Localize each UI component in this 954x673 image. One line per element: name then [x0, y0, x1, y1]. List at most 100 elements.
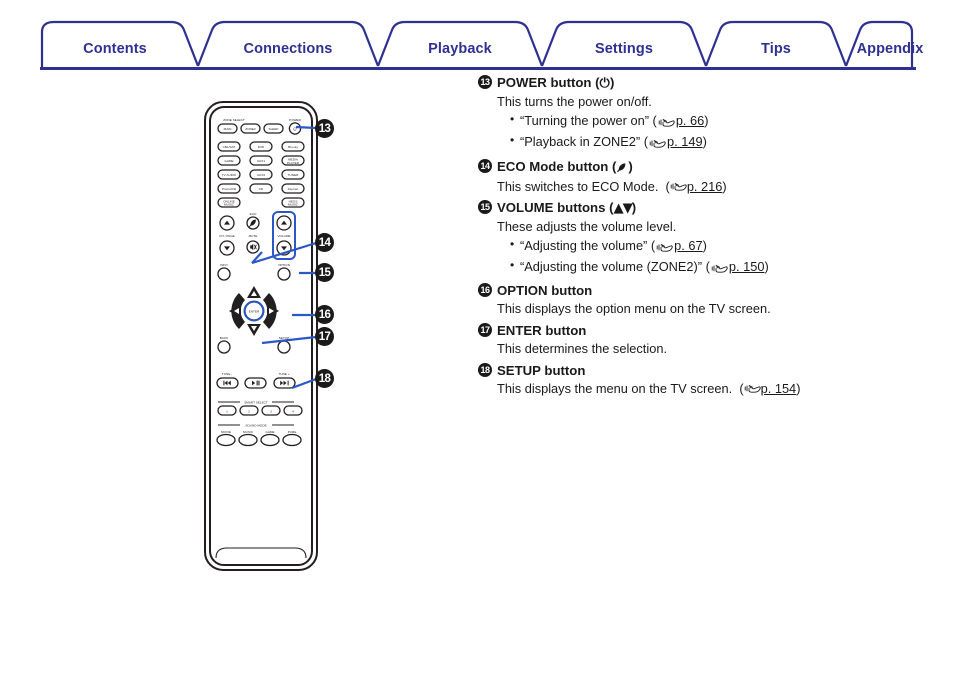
svg-text:MUSIC: MUSIC [243, 430, 254, 434]
svg-text:BACK: BACK [220, 336, 229, 340]
item-heading: 17 ENTER button [478, 322, 938, 339]
svg-text:GAME: GAME [265, 430, 274, 434]
item-title: ENTER button [497, 323, 587, 338]
item-title: ECO Mode button () [497, 158, 633, 177]
svg-text:Internet: Internet [288, 187, 299, 191]
svg-text:CD: CD [259, 187, 264, 191]
item-heading: 15 VOLUME buttons (▲▼) [478, 199, 938, 217]
manual-page: Contents Connections Playback Settings T… [0, 0, 954, 673]
svg-text:1: 1 [226, 409, 228, 413]
svg-text:MUSIC: MUSIC [224, 203, 235, 207]
item-description: This displays the option menu on the TV … [497, 301, 771, 316]
page-link[interactable]: p. 154 [761, 381, 797, 396]
svg-text:MOVIE: MOVIE [221, 430, 231, 434]
item-heading: 13 POWER button (⏻) [478, 74, 938, 92]
item-bullet-list: “Turning the power on” (p. 66) “Playback… [478, 110, 938, 153]
svg-text:ENTER: ENTER [249, 309, 260, 313]
callout-13: 13 [315, 119, 334, 138]
page-link[interactable]: p. 150 [729, 259, 765, 274]
item-number-badge: 15 [478, 200, 492, 214]
item-heading: 16 OPTION button [478, 282, 938, 299]
svg-text:ZONE2: ZONE2 [245, 127, 256, 131]
svg-text:SLEEP: SLEEP [269, 127, 279, 131]
list-item: “Adjusting the volume (ZONE2)” (p. 150) [510, 256, 938, 278]
svg-text:TUNE -: TUNE - [222, 372, 232, 376]
up-down-arrow-icon: ▲▼ [613, 201, 632, 216]
tab-connections[interactable]: Connections [244, 41, 333, 57]
bottom-navigation-bar: Front panel Display Rear panel 24 Remote… [0, 608, 954, 673]
svg-text:INFO: INFO [220, 263, 228, 267]
callout-18: 18 [315, 369, 334, 388]
remote-svg: .rbody { fill:#ffffff; stroke:#231f20; s… [204, 101, 318, 571]
svg-text:AUX1: AUX1 [257, 159, 265, 163]
top-tab-bar: Contents Connections Playback Settings T… [40, 18, 923, 70]
svg-text:2: 2 [248, 409, 250, 413]
tab-playback[interactable]: Playback [428, 41, 492, 57]
pointing-hand-icon [656, 238, 673, 257]
svg-text:PLAYER: PLAYER [287, 161, 300, 165]
svg-text:AUX2: AUX2 [257, 173, 265, 177]
item-title: POWER button (⏻) [497, 75, 615, 91]
pointing-hand-icon [670, 179, 687, 194]
item-bullet-list: “Adjusting the volume” (p. 67) “Adjustin… [478, 235, 938, 278]
pointing-hand-icon [649, 134, 666, 153]
tab-settings[interactable]: Settings [595, 41, 653, 57]
item-title: SETUP button [497, 363, 586, 378]
svg-text:OPTION: OPTION [278, 263, 290, 267]
callout-16: 16 [315, 305, 334, 324]
remote-control-illustration: .rbody { fill:#ffffff; stroke:#231f20; s… [196, 96, 326, 581]
tab-tips[interactable]: Tips [761, 41, 791, 57]
page-link[interactable]: p. 66 [676, 113, 704, 128]
pointing-hand-icon [658, 113, 675, 132]
svg-text:3: 3 [270, 409, 272, 413]
page-link[interactable]: p. 216 [687, 179, 723, 194]
tab-contents[interactable]: Contents [83, 41, 147, 57]
item-heading: 14 ECO Mode button () [478, 158, 938, 177]
leaf-icon [616, 160, 628, 177]
page-link[interactable]: p. 67 [674, 238, 702, 253]
svg-text:ZONE SELECT: ZONE SELECT [223, 118, 245, 122]
svg-text:PURE: PURE [288, 430, 297, 434]
svg-text:CH / PAGE: CH / PAGE [219, 234, 234, 238]
tab-appendix[interactable]: Appendix [857, 41, 924, 57]
item-number-badge: 13 [478, 75, 492, 89]
description-item-option: 16 OPTION button This displays the optio… [478, 282, 938, 317]
pointing-hand-icon [744, 381, 761, 396]
svg-text:GAME: GAME [224, 159, 233, 163]
svg-text:4: 4 [292, 409, 294, 413]
item-description: This switches to ECO Mode. (p. 216) [497, 179, 727, 194]
svg-text:CBL/SAT: CBL/SAT [223, 145, 236, 149]
svg-text:TUNER: TUNER [288, 173, 299, 177]
callout-14: 14 [315, 233, 334, 252]
svg-text:SETUP: SETUP [279, 336, 289, 340]
item-number-badge: 17 [478, 323, 492, 337]
svg-text:DVD: DVD [258, 145, 265, 149]
svg-text:SMART SELECT: SMART SELECT [244, 401, 268, 405]
item-number-badge: 18 [478, 363, 492, 377]
description-item-power: 13 POWER button (⏻) This turns the power… [478, 74, 938, 153]
item-number-badge: 16 [478, 283, 492, 297]
svg-text:SOUND MODE: SOUND MODE [245, 424, 266, 428]
page-link[interactable]: p. 149 [667, 134, 703, 149]
item-description: This turns the power on/off. [497, 94, 652, 109]
item-description: These adjusts the volume level. [497, 219, 677, 234]
power-glyph-icon: ⏻ [599, 76, 610, 91]
description-item-setup: 18 SETUP button This displays the menu o… [478, 362, 938, 397]
list-item: “Playback in ZONE2” (p. 149) [510, 131, 938, 153]
item-title: VOLUME buttons (▲▼) [497, 200, 637, 216]
button-descriptions: 13 POWER button (⏻) This turns the power… [478, 74, 938, 398]
svg-text:Pnono/CD: Pnono/CD [222, 187, 237, 191]
svg-text:TV AUDIO: TV AUDIO [222, 173, 237, 177]
svg-text:POWER: POWER [289, 118, 301, 122]
svg-text:Blu-ray: Blu-ray [288, 145, 298, 149]
list-item: “Adjusting the volume” (p. 67) [510, 235, 938, 257]
svg-text:ECO: ECO [250, 212, 257, 216]
svg-text:MAIN: MAIN [224, 127, 232, 131]
item-title: OPTION button [497, 283, 593, 298]
list-item: “Turning the power on” (p. 66) [510, 110, 938, 132]
item-description: This displays the menu on the TV screen.… [497, 381, 801, 396]
item-description: This determines the selection. [497, 341, 667, 356]
description-item-enter: 17 ENTER button This determines the sele… [478, 322, 938, 357]
svg-text:MUSIC: MUSIC [288, 203, 299, 207]
callout-17: 17 [315, 327, 334, 346]
